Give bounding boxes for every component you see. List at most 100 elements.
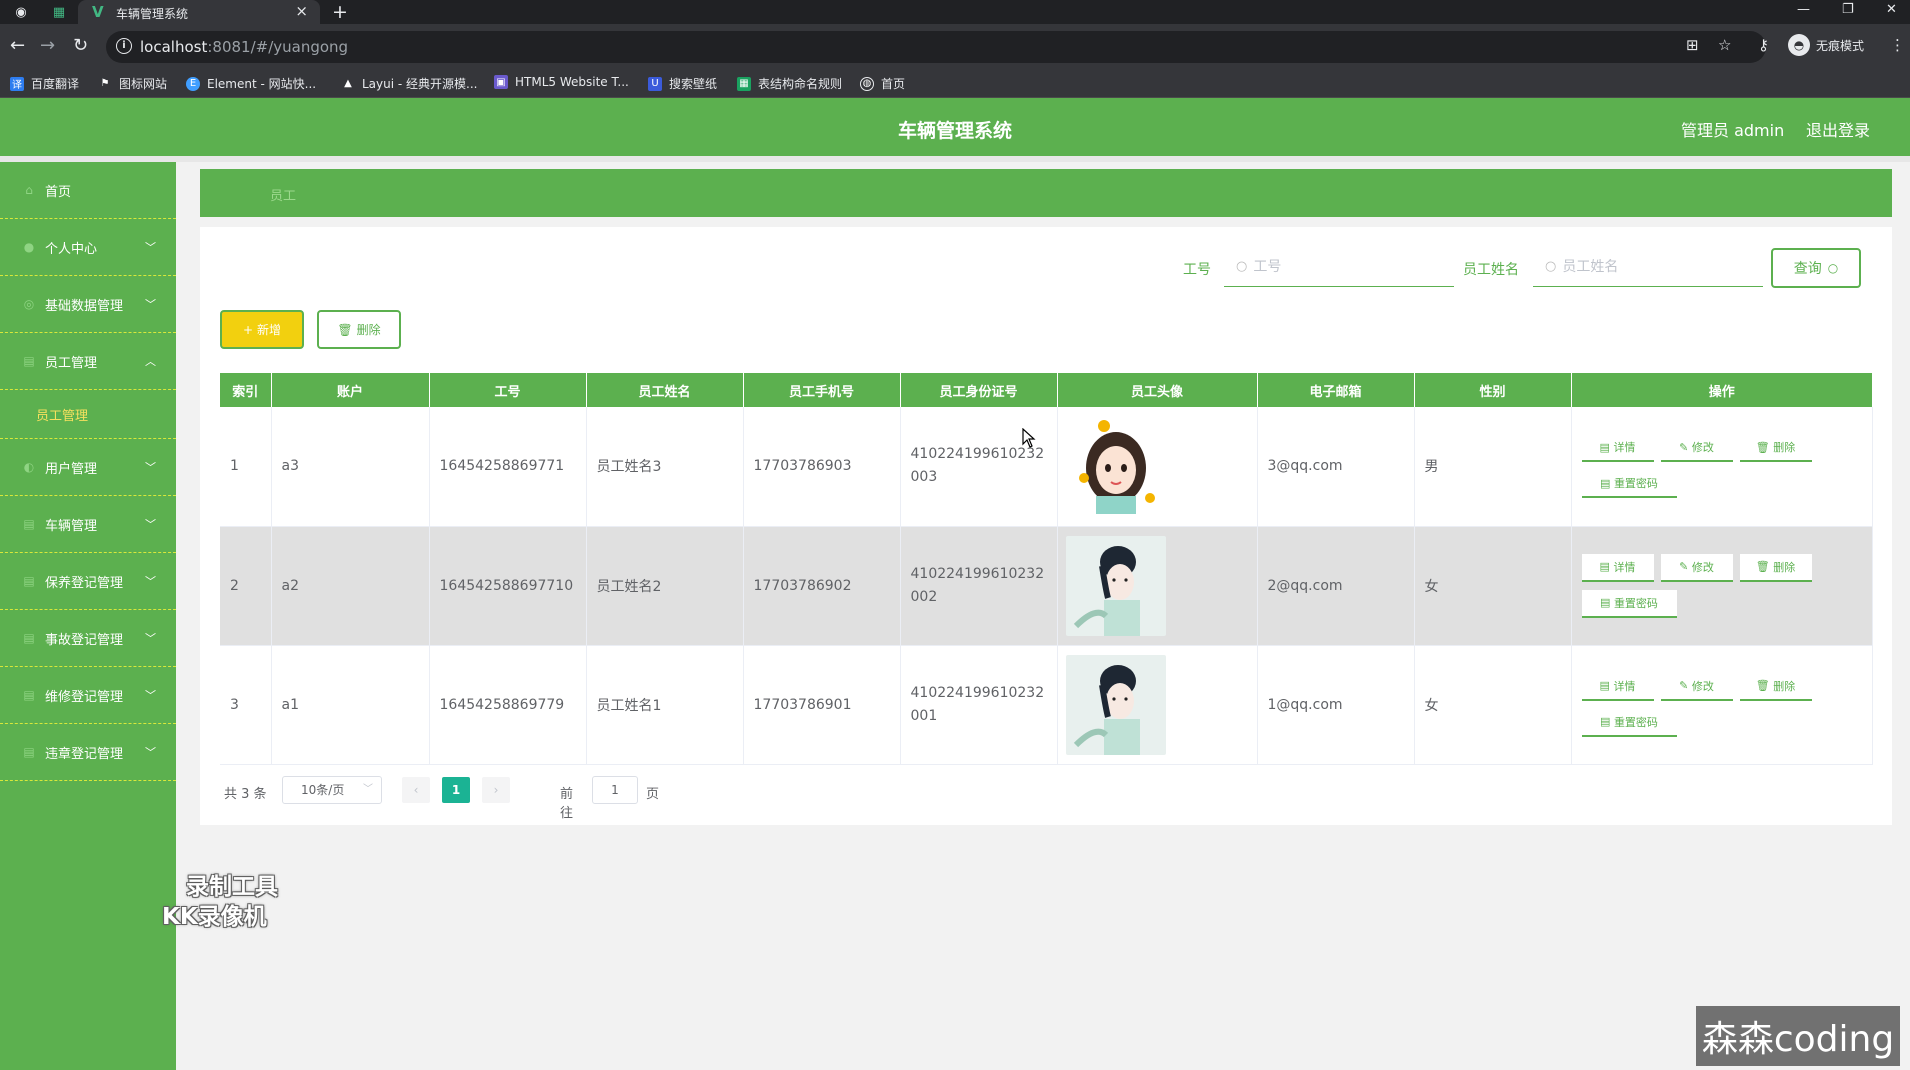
reset-password-button[interactable]: ▤ 重置密码: [1581, 470, 1677, 499]
sidebar-item-label: 保养登记管理: [45, 575, 124, 591]
bookmark-label: 图标网站: [119, 77, 168, 91]
document-icon: ▤: [1599, 440, 1614, 454]
delete-button[interactable]: 🗑 删除: [1739, 672, 1812, 701]
column-header[interactable]: 索引: [220, 373, 272, 407]
search-name-input[interactable]: [1562, 258, 1733, 275]
sidebar-item-label: 维修登记管理: [45, 689, 124, 705]
page-suffix: 页: [646, 787, 660, 802]
add-button[interactable]: + 新增: [220, 310, 304, 349]
chevron-down-icon: ﹀: [145, 518, 156, 531]
cell-name: 员工姓名2: [586, 526, 744, 646]
goto-page-input[interactable]: 1: [592, 776, 638, 804]
column-header[interactable]: 员工手机号: [743, 373, 901, 407]
bookmark-layui[interactable]: ▲ Layui - 经典开源模...: [341, 75, 477, 92]
query-button[interactable]: 查询 ○: [1771, 248, 1861, 288]
sidebar-item-vehicles[interactable]: ▤ 车辆管理 ﹀: [0, 496, 176, 553]
sidebar-item-repairs[interactable]: ▤ 维修登记管理 ﹀: [0, 667, 176, 724]
bookmark-element[interactable]: E Element - 网站快...: [186, 75, 316, 92]
sidebar-item-profile[interactable]: ● 个人中心 ﹀: [0, 219, 176, 276]
browser-tab-strip: ◉ ▦ V 车辆管理系统 × + — ❐ ✕: [0, 0, 1910, 24]
sidebar-item-accidents[interactable]: ▤ 事故登记管理 ﹀: [0, 610, 176, 667]
sidebar-item-basic-data[interactable]: ◎ 基础数据管理 ﹀: [0, 276, 176, 333]
bookmark-label: 搜索壁纸: [669, 77, 718, 91]
employee-avatar[interactable]: [1065, 416, 1166, 517]
search-job-no-field[interactable]: ○: [1224, 247, 1454, 287]
sidebar-item-users[interactable]: ◐ 用户管理 ﹀: [0, 439, 176, 496]
search-job-no-input[interactable]: [1253, 258, 1424, 275]
trash-icon: 🗑: [1755, 679, 1774, 692]
detail-button[interactable]: ▤ 详情: [1581, 672, 1654, 701]
more-menu-icon[interactable]: ⋮: [1890, 36, 1905, 54]
bookmark-wallpaper[interactable]: U 搜索壁纸: [648, 75, 717, 92]
prev-page-button[interactable]: ‹: [402, 777, 430, 803]
batch-delete-button[interactable]: 🗑 删除: [317, 310, 401, 349]
reset-password-button[interactable]: ▤ 重置密码: [1581, 589, 1677, 618]
cell-index: 2: [220, 526, 272, 646]
bookmark-naming-rules[interactable]: ▦ 表结构命名规则: [737, 75, 842, 92]
trash-icon: 🗑: [1755, 440, 1774, 454]
edit-button[interactable]: ✎ 修改: [1660, 434, 1733, 463]
bookmark-baidu-translate[interactable]: 译百度翻译: [10, 75, 79, 92]
table-row[interactable]: 1 a3 16454258869771 员工姓名3 17703786903 41…: [220, 407, 1873, 527]
wallpaper-logo-icon: U: [648, 76, 662, 91]
bookmark-home[interactable]: ◍ 首页: [860, 75, 905, 92]
active-tab[interactable]: V 车辆管理系统 ×: [78, 0, 320, 24]
cell-gender: 女: [1414, 645, 1572, 765]
sidebar-subitem-employee-management[interactable]: 员工管理: [0, 390, 176, 439]
cell-name: 员工姓名1: [586, 645, 744, 765]
page-size-select[interactable]: 10条/页 ﹀: [282, 776, 382, 804]
trash-icon: 🗑: [1755, 560, 1774, 573]
column-header[interactable]: 员工姓名: [586, 373, 744, 407]
sidebar-item-label: 车辆管理: [45, 518, 98, 534]
table-row[interactable]: 3 a1 16454258869779 员工姓名1 17703786901 41…: [220, 645, 1873, 765]
table-row[interactable]: 2 a2 164542588697710 员工姓名2 17703786902 4…: [220, 526, 1873, 646]
detail-button[interactable]: ▤ 详情: [1581, 434, 1654, 463]
new-tab-icon[interactable]: +: [332, 1, 348, 23]
close-tab-icon[interactable]: ×: [295, 2, 308, 20]
page-number-current[interactable]: 1: [442, 777, 470, 803]
forward-icon[interactable]: →: [40, 35, 55, 56]
column-header[interactable]: 员工头像: [1057, 373, 1258, 407]
delete-label: 删除: [1773, 679, 1796, 693]
edit-button[interactable]: ✎ 修改: [1660, 553, 1733, 582]
employee-avatar[interactable]: [1065, 654, 1166, 755]
bookmark-html5[interactable]: ▣ HTML5 Website T...: [494, 75, 629, 89]
pinned-tab-icon[interactable]: ▦: [50, 3, 68, 21]
column-header[interactable]: 电子邮箱: [1257, 373, 1415, 407]
sidebar-item-employee[interactable]: ▤ 员工管理 ︿: [0, 333, 176, 390]
column-header[interactable]: 账户: [271, 373, 430, 407]
search-icon: ○: [1545, 259, 1557, 274]
employee-avatar[interactable]: [1065, 535, 1166, 636]
detail-button[interactable]: ▤ 详情: [1581, 553, 1654, 582]
search-name-field[interactable]: ○: [1533, 247, 1763, 287]
incognito-badge[interactable]: ◓ 无痕模式: [1788, 33, 1864, 57]
bookmark-star-icon[interactable]: ☆: [1718, 36, 1731, 54]
restore-icon[interactable]: ❐: [1842, 2, 1854, 17]
sidebar-item-home[interactable]: ⌂ 首页: [0, 162, 176, 219]
reset-password-label: 重置密码: [1613, 596, 1658, 610]
next-page-button[interactable]: ›: [482, 777, 510, 803]
chrome-menu-icon[interactable]: ◉: [12, 3, 30, 21]
window-close-icon[interactable]: ✕: [1886, 2, 1897, 17]
bookmark-icon-site[interactable]: ⚑ 图标网站: [98, 75, 168, 92]
url-field[interactable]: i localhost:8081/#/yuangong: [106, 31, 1766, 63]
site-info-icon[interactable]: i: [116, 38, 132, 54]
reload-icon[interactable]: ↻: [73, 35, 88, 56]
column-header[interactable]: 性别: [1414, 373, 1572, 407]
column-header[interactable]: 员工身份证号: [900, 373, 1058, 407]
sidebar-item-maintenance[interactable]: ▤ 保养登记管理 ﹀: [0, 553, 176, 610]
sidebar-item-violations[interactable]: ▤ 违章登记管理 ﹀: [0, 724, 176, 781]
reset-password-button[interactable]: ▤ 重置密码: [1581, 708, 1677, 737]
column-header[interactable]: 操作: [1571, 373, 1872, 407]
delete-button[interactable]: 🗑 删除: [1739, 434, 1812, 463]
logout-link[interactable]: 退出登录: [1806, 117, 1870, 141]
column-header[interactable]: 工号: [429, 373, 587, 407]
minimize-icon[interactable]: —: [1797, 2, 1810, 17]
back-icon[interactable]: ←: [10, 35, 25, 56]
app-header: 车辆管理系统 管理员 admin 退出登录: [0, 98, 1910, 156]
key-icon[interactable]: ⚷: [1758, 36, 1769, 54]
table-icon: ▤: [23, 688, 35, 702]
edit-button[interactable]: ✎ 修改: [1660, 672, 1733, 701]
translate-icon[interactable]: ⊞: [1686, 36, 1699, 54]
delete-button[interactable]: 🗑 删除: [1739, 553, 1812, 582]
